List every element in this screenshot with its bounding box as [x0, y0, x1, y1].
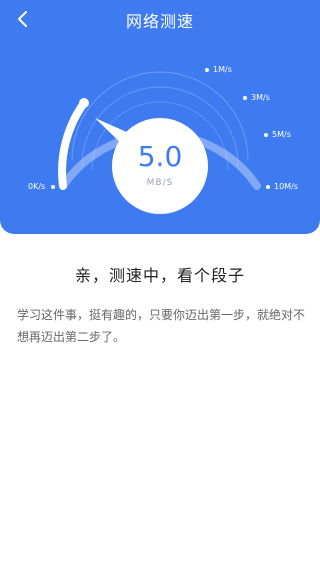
tick-label-1: 1M/s — [213, 65, 232, 74]
tick-label-0: 0K/s — [28, 182, 46, 191]
gauge-needle-dot — [79, 98, 89, 108]
tick-dot-1 — [205, 68, 209, 72]
page-title: 网络测速 — [125, 12, 194, 31]
joke-text: 学习这件事，挺有趣的，只要你迈出第一步，就绝对不想再迈出第二步了。 — [17, 308, 306, 344]
tick-dot-2 — [243, 96, 247, 100]
tick-label-4: 10M/s — [274, 182, 298, 191]
speed-value: 5.0 — [137, 140, 183, 173]
tick-label-2: 3M/s — [251, 93, 270, 102]
header-panel: 网络测速 5.0 MB/S 0K/s 1M/s 3M/s 5M/s 10M/s — [0, 0, 320, 234]
tick-dot-4 — [266, 185, 270, 189]
tick-dot-3 — [264, 133, 268, 137]
tick-label-3: 5M/s — [272, 130, 291, 139]
headline: 亲，测速中，看个段子 — [74, 266, 245, 285]
speed-unit: MB/S — [146, 178, 174, 188]
tick-dot-0 — [51, 185, 55, 189]
